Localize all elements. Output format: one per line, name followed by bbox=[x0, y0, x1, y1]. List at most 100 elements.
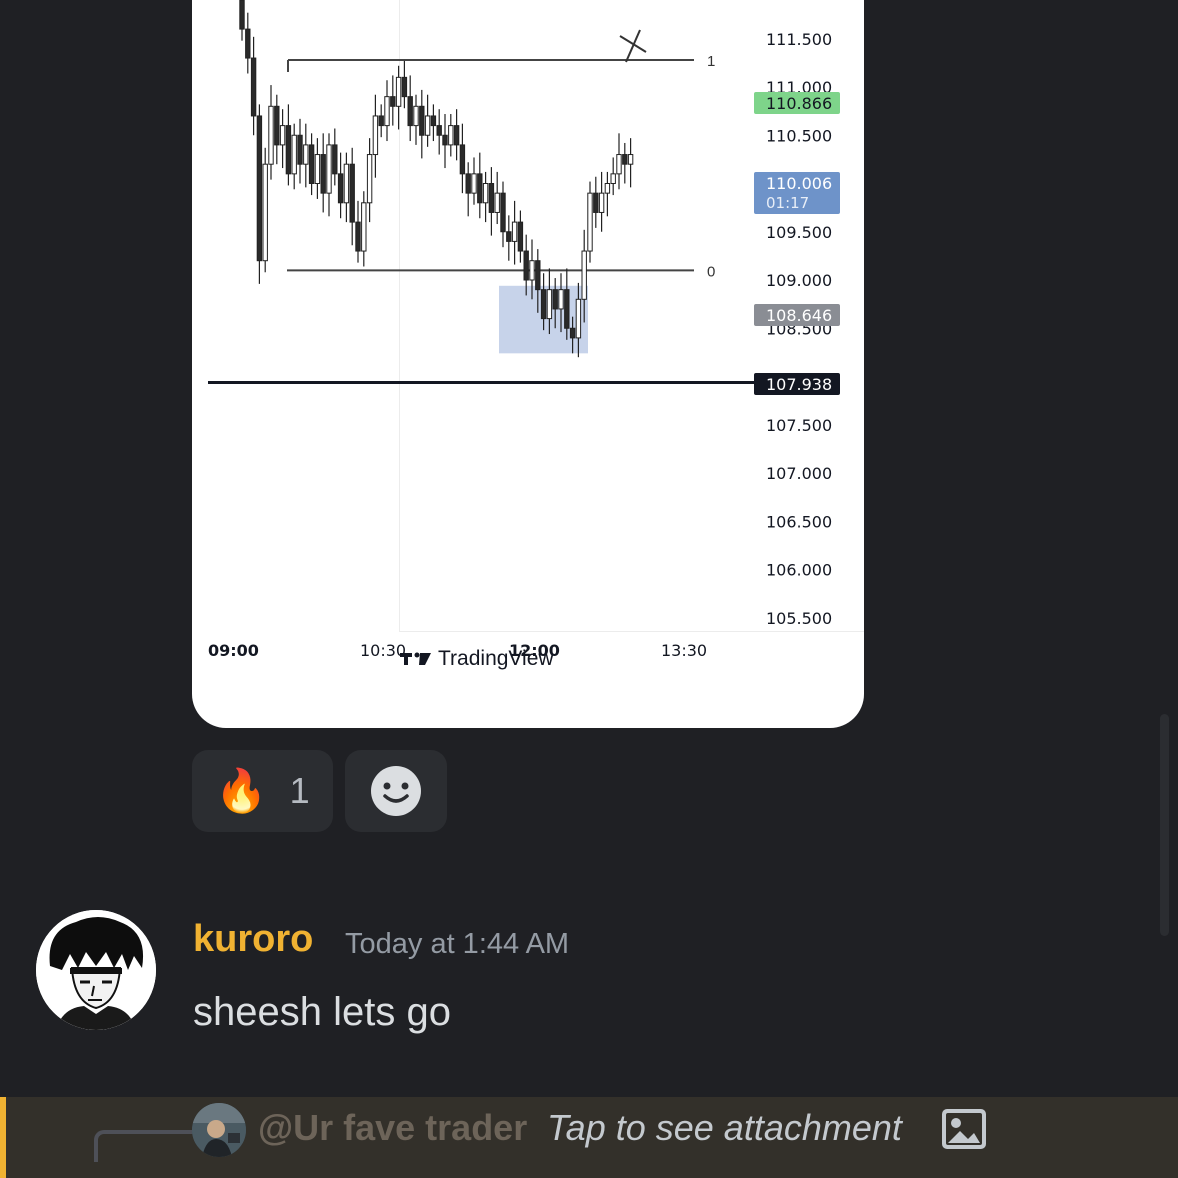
candle-body bbox=[581, 250, 587, 300]
candle-body bbox=[593, 192, 599, 213]
price-label-value: 110.006 bbox=[766, 174, 832, 193]
candle-body bbox=[366, 154, 373, 204]
y-axis-tick-label: 106.500 bbox=[766, 512, 832, 531]
candle-body bbox=[407, 96, 413, 127]
candle-body bbox=[471, 173, 477, 194]
fire-emoji-icon: 🔥 bbox=[215, 766, 268, 815]
candle-body bbox=[355, 221, 361, 252]
price-chart: 10111.500111.000110.500109.500109.000108… bbox=[208, 0, 840, 660]
candle-body bbox=[401, 76, 408, 98]
avatar-portrait-image bbox=[36, 910, 156, 1030]
reply-avatar-image bbox=[192, 1103, 246, 1157]
candle-body bbox=[424, 115, 431, 136]
reaction-count: 1 bbox=[289, 770, 310, 811]
candle-body bbox=[279, 125, 286, 146]
add-reaction-smiley-icon bbox=[371, 766, 421, 816]
candle-body bbox=[262, 163, 268, 262]
candle-body bbox=[488, 183, 495, 213]
candle-body bbox=[343, 163, 350, 204]
reply-mention[interactable]: @Ur fave trader bbox=[258, 1107, 527, 1149]
candle-body bbox=[622, 154, 628, 165]
candle-body bbox=[332, 144, 338, 175]
y-axis-tick-label: 109.000 bbox=[766, 271, 832, 290]
y-axis-tick-label: 111.500 bbox=[766, 30, 832, 49]
message-username[interactable]: kuroro bbox=[193, 918, 313, 961]
candle-body bbox=[430, 115, 437, 127]
price-label-value: 108.646 bbox=[766, 306, 832, 325]
y-axis-tick-label: 105.500 bbox=[766, 609, 832, 628]
candle-body bbox=[378, 115, 384, 127]
candle-body bbox=[529, 260, 535, 281]
reply-preview[interactable]: @Ur fave trader Tap to see attachment bbox=[0, 1097, 1178, 1178]
price-label-value: 107.938 bbox=[766, 375, 832, 394]
price-label-value: 110.866 bbox=[766, 94, 832, 113]
candle-body bbox=[564, 289, 570, 329]
candle-body bbox=[256, 115, 263, 262]
candle-body bbox=[320, 154, 326, 194]
candle-body bbox=[448, 125, 454, 146]
candle-body bbox=[477, 173, 483, 204]
x-axis-tick-label: 13:30 bbox=[661, 641, 707, 660]
candle-body bbox=[308, 144, 315, 184]
candle-body bbox=[465, 173, 471, 194]
candle-body bbox=[535, 260, 541, 291]
candle-body bbox=[459, 144, 466, 175]
message-text: sheesh lets go bbox=[193, 990, 451, 1034]
candle-body bbox=[506, 231, 512, 242]
add-reaction-button[interactable] bbox=[345, 750, 447, 832]
candle-body bbox=[250, 57, 257, 117]
image-icon bbox=[942, 1109, 986, 1149]
y-axis-tick-label: 107.000 bbox=[766, 464, 832, 483]
candle-body bbox=[575, 298, 582, 339]
tradingview-label: TradingView bbox=[438, 647, 554, 670]
candle-body bbox=[326, 144, 332, 194]
tradingview-watermark: TradingView bbox=[400, 646, 554, 672]
fire-reaction-button[interactable]: 🔥 1 bbox=[192, 750, 333, 832]
candle-body bbox=[291, 134, 297, 175]
candle-body bbox=[517, 221, 524, 252]
candle-body bbox=[285, 125, 292, 175]
candle-body bbox=[297, 134, 303, 165]
fib-level-label: 0 bbox=[707, 263, 715, 280]
candle-body bbox=[337, 173, 344, 204]
fib-level-label: 1 bbox=[707, 53, 715, 70]
candle-body bbox=[239, 0, 245, 30]
candle-body bbox=[587, 192, 593, 252]
reply-text[interactable]: Tap to see attachment bbox=[547, 1107, 902, 1149]
y-axis-tick-label: 110.500 bbox=[766, 126, 832, 145]
candle-body bbox=[569, 327, 576, 339]
candle-body bbox=[349, 163, 355, 223]
x-axis-tick-label: 09:00 bbox=[208, 641, 259, 660]
candle-body bbox=[442, 134, 448, 146]
candle-body bbox=[598, 192, 605, 213]
price-label-countdown: 01:17 bbox=[766, 194, 809, 212]
candle-body bbox=[390, 96, 396, 107]
candle-body bbox=[482, 183, 489, 204]
scrollbar-thumb[interactable] bbox=[1160, 714, 1169, 936]
candle-body bbox=[395, 76, 402, 107]
tradingview-logo-icon bbox=[400, 652, 431, 665]
candle-body bbox=[523, 250, 529, 281]
candle-body bbox=[268, 105, 274, 165]
candle-body bbox=[540, 289, 547, 320]
user-avatar[interactable] bbox=[36, 910, 156, 1030]
candle-body bbox=[616, 154, 622, 175]
candle-body bbox=[384, 96, 390, 127]
chart-attachment[interactable]: 1 0 111.500 111.000 110.500 109.500 109.000 108… bbox=[192, 0, 864, 728]
y-axis-tick-label: 109.500 bbox=[766, 223, 832, 242]
candle-body bbox=[546, 289, 553, 320]
candle-body bbox=[494, 192, 500, 213]
candle-body bbox=[436, 125, 442, 136]
candle-body bbox=[314, 154, 321, 185]
candle-body bbox=[274, 105, 280, 146]
y-axis-tick-label: 106.000 bbox=[766, 561, 832, 580]
candle-body bbox=[552, 289, 558, 310]
candle-body bbox=[500, 192, 506, 233]
candle-body bbox=[372, 115, 379, 156]
candle-body bbox=[610, 173, 616, 185]
candle-body bbox=[303, 144, 309, 165]
message-timestamp: Today at 1:44 AM bbox=[345, 928, 570, 960]
candle-body bbox=[245, 28, 251, 59]
candle-body bbox=[419, 105, 425, 136]
y-axis-tick-label: 107.500 bbox=[766, 416, 832, 435]
